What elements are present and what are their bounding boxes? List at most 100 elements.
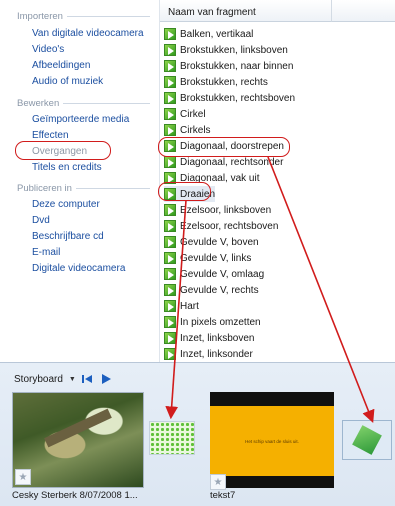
transition-label: Cirkel	[180, 108, 206, 120]
rewind-icon[interactable]	[82, 373, 94, 385]
transition-icon	[164, 284, 176, 296]
storyboard-view-dropdown[interactable]: Storyboard	[14, 374, 63, 385]
transition-label: In pixels omzetten	[180, 316, 261, 328]
transition-item[interactable]: Cirkel	[164, 106, 206, 122]
task-titles-credits[interactable]: Titels en credits	[32, 161, 102, 175]
transition-item[interactable]: In pixels omzetten	[164, 314, 261, 330]
transition-item[interactable]: Gevulde V, rechts	[164, 282, 259, 298]
transition-icon	[164, 220, 176, 232]
column-header-filler	[332, 0, 395, 22]
transition-item[interactable]: Diagonaal, vak uit	[164, 170, 260, 186]
task-transitions[interactable]: Overgangen	[32, 145, 87, 159]
transition-item[interactable]: Hart	[164, 298, 199, 314]
transition-item[interactable]: Inzet, linksboven	[164, 330, 255, 346]
effect-star-icon[interactable]: ★	[15, 469, 31, 485]
transition-label: Diagonaal, vak uit	[180, 172, 260, 184]
transition-item[interactable]: Inzet, linksonder	[164, 346, 253, 362]
title-slide: Het schip vaart de sluis uit.	[210, 406, 334, 476]
clip-caption-title: tekst7	[210, 490, 236, 501]
tasks-pane: Importeren Van digitale videocamera Vide…	[0, 0, 158, 362]
transition-icon	[164, 92, 176, 104]
group-heading-publish: Publiceren in	[0, 181, 158, 195]
transition-icon	[164, 268, 176, 280]
transition-icon	[164, 140, 176, 152]
task-email[interactable]: E-mail	[32, 246, 60, 260]
transition-label: Hart	[180, 300, 199, 312]
transition-icon	[164, 76, 176, 88]
group-heading-import: Importeren	[0, 9, 158, 23]
group-title: Publiceren in	[17, 182, 72, 194]
transition-label: Inzet, linksboven	[180, 332, 255, 344]
storyboard-clip-title[interactable]: Het schip vaart de sluis uit. ★	[210, 392, 334, 490]
task-dvd[interactable]: Dvd	[32, 214, 50, 228]
transition-icon	[164, 28, 176, 40]
clip-caption-photo: Cesky Sterberk 8/07/2008 1...	[12, 490, 138, 501]
transition-icon	[164, 44, 176, 56]
divider	[63, 102, 150, 104]
transition-item[interactable]: Ezelsoor, linksboven	[164, 202, 271, 218]
group-title: Importeren	[17, 10, 63, 22]
transition-slot-diagonal[interactable]	[342, 420, 392, 460]
task-effects[interactable]: Effecten	[32, 129, 69, 143]
diagonal-transition-icon	[352, 425, 382, 455]
task-this-computer[interactable]: Deze computer	[32, 198, 100, 212]
title-slide-text: Het schip vaart de sluis uit.	[245, 438, 299, 444]
task-from-video-camera[interactable]: Van digitale videocamera	[32, 27, 144, 41]
transition-icon	[164, 332, 176, 344]
transition-label: Inzet, linksonder	[180, 348, 253, 360]
transition-icon	[164, 108, 176, 120]
transition-item[interactable]: Gevulde V, omlaag	[164, 266, 264, 282]
transition-label: Draaien	[180, 188, 216, 200]
column-header-clip-name[interactable]: Naam van fragment	[160, 0, 332, 22]
transition-label: Brokstukken, rechts	[180, 76, 268, 88]
transition-label: Diagonaal, doorstrepen	[180, 140, 284, 152]
transition-label: Brokstukken, rechtsboven	[180, 92, 296, 104]
task-audio-music[interactable]: Audio of muziek	[32, 75, 103, 89]
transition-icon	[164, 188, 176, 200]
play-icon[interactable]	[100, 373, 112, 385]
transition-item[interactable]: Ezelsoor, rechtsboven	[164, 218, 278, 234]
transition-item[interactable]: Gevulde V, links	[164, 250, 251, 266]
transition-item[interactable]: Diagonaal, rechtsonder	[164, 154, 283, 170]
transition-label: Brokstukken, naar binnen	[180, 60, 294, 72]
task-pictures[interactable]: Afbeeldingen	[32, 59, 90, 73]
transition-icon	[164, 172, 176, 184]
chevron-down-icon[interactable]: ▼	[69, 376, 76, 383]
task-recordable-cd[interactable]: Beschrijfbare cd	[32, 230, 104, 244]
transition-item[interactable]: Brokstukken, linksboven	[164, 42, 288, 58]
transition-label: Balken, vertikaal	[180, 28, 254, 40]
task-videos[interactable]: Video's	[32, 43, 64, 57]
task-imported-media[interactable]: Geïmporteerde media	[32, 113, 129, 127]
transition-label: Cirkels	[180, 124, 211, 136]
transition-icon	[164, 236, 176, 248]
storyboard-clip-photo[interactable]: ★	[12, 392, 144, 488]
transition-label: Ezelsoor, rechtsboven	[180, 220, 279, 232]
transition-icon	[164, 60, 176, 72]
transition-label: Diagonaal, rechtsonder	[180, 156, 284, 168]
transition-item[interactable]: Brokstukken, rechtsboven	[164, 90, 295, 106]
group-heading-edit: Bewerken	[0, 96, 158, 110]
task-digital-video-camera[interactable]: Digitale videocamera	[32, 262, 125, 276]
divider	[75, 187, 150, 189]
transition-label: Gevulde V, links	[180, 252, 252, 264]
transition-item[interactable]: Diagonaal, doorstrepen	[164, 138, 284, 154]
transition-icon	[164, 348, 176, 360]
transition-label: Gevulde V, boven	[180, 236, 259, 248]
transition-item[interactable]: Brokstukken, rechts	[164, 74, 268, 90]
transition-label: Brokstukken, linksboven	[180, 44, 288, 56]
transition-slot-pixels[interactable]	[149, 421, 195, 455]
transition-item[interactable]: Balken, vertikaal	[164, 26, 253, 42]
effect-star-icon[interactable]: ★	[210, 474, 226, 490]
storyboard-toolbar: Storyboard ▼	[14, 371, 112, 387]
transition-icon	[164, 204, 176, 216]
transition-item[interactable]: Brokstukken, naar binnen	[164, 58, 293, 74]
transitions-list: Naam van fragment Balken, vertikaal Broks…	[159, 0, 395, 362]
divider	[66, 15, 150, 17]
transition-item[interactable]: Cirkels	[164, 122, 211, 138]
transition-item[interactable]: Draaien	[164, 186, 216, 202]
photo-detail	[44, 408, 112, 448]
transition-icon	[164, 124, 176, 136]
transition-item[interactable]: Gevulde V, boven	[164, 234, 259, 250]
transition-label: Gevulde V, omlaag	[180, 268, 265, 280]
group-title: Bewerken	[17, 97, 60, 109]
